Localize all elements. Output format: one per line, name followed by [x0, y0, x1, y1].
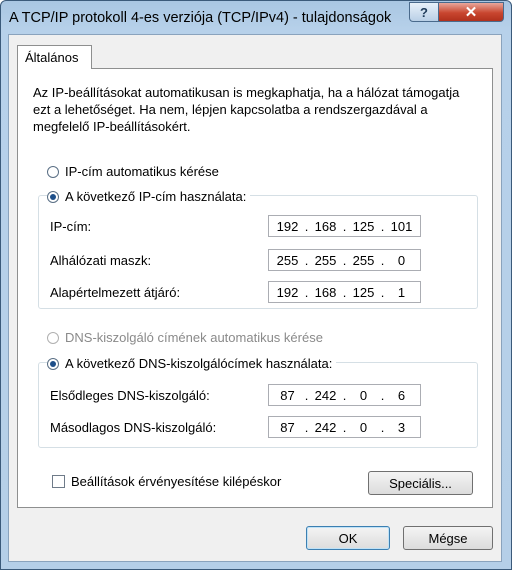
octet: 87 [280, 387, 295, 403]
tab-general[interactable]: Általános [17, 45, 92, 69]
validate-on-exit-label: Beállítások érvényesítése kilépéskor [71, 474, 282, 489]
ip-auto-label: IP-cím automatikus kérése [65, 164, 219, 179]
octet-separator: . [342, 252, 347, 268]
octet: 101 [390, 218, 413, 234]
cancel-button[interactable]: Mégse [403, 526, 493, 550]
radio-circle-selected [47, 190, 59, 203]
octet: 125 [352, 218, 375, 234]
octet-separator: . [342, 387, 347, 403]
dns-manual-label: A következő DNS-kiszolgálócímek használa… [65, 356, 333, 371]
ok-button[interactable]: OK [306, 526, 390, 550]
octet: 0 [397, 252, 406, 268]
secondary-dns-label: Másodlagos DNS-kiszolgáló: [50, 420, 217, 435]
radio-circle [47, 165, 59, 178]
dns-manual-radio[interactable]: A következő DNS-kiszolgálócímek használa… [47, 356, 337, 371]
octet: 0 [359, 419, 368, 435]
octet-separator: . [304, 387, 309, 403]
checkbox-box [52, 475, 65, 488]
ip-manual-label: A következő IP-cím használata: [65, 189, 247, 204]
primary-dns-label: Elsődleges DNS-kiszolgáló: [50, 388, 210, 403]
secondary-dns-input[interactable]: 87. 242. 0. 3 [268, 416, 421, 438]
dns-auto-label: DNS-kiszolgáló címének automatikus kérés… [65, 330, 323, 345]
ip-manual-radio[interactable]: A következő IP-cím használata: [47, 189, 251, 204]
octet-separator: . [342, 218, 347, 234]
radio-circle [47, 331, 59, 344]
octet: 192 [276, 284, 299, 300]
octet-separator: . [304, 419, 309, 435]
octet: 242 [314, 387, 337, 403]
octet-separator: . [304, 218, 309, 234]
octet: 3 [397, 419, 406, 435]
octet-separator: . [380, 284, 385, 300]
octet: 242 [314, 419, 337, 435]
octet: 168 [314, 284, 337, 300]
subnet-mask-input[interactable]: 255. 255. 255. 0 [268, 249, 421, 271]
octet: 255 [276, 252, 299, 268]
subnet-mask-label: Alhálózati maszk: [50, 253, 152, 268]
intro-text: Az IP-beállításokat automatikusan is meg… [33, 85, 460, 134]
octet: 192 [276, 218, 299, 234]
advanced-button[interactable]: Speciális... [368, 471, 473, 495]
close-icon: ✕ [464, 4, 478, 21]
octet: 0 [359, 387, 368, 403]
radio-circle-selected [47, 357, 59, 370]
octet: 255 [314, 252, 337, 268]
octet: 6 [397, 387, 406, 403]
octet-separator: . [380, 218, 385, 234]
tab-general-label: Általános [25, 50, 79, 65]
octet-separator: . [304, 252, 309, 268]
octet: 168 [314, 218, 337, 234]
ip-auto-radio[interactable]: IP-cím automatikus kérése [47, 164, 219, 179]
dns-auto-radio[interactable]: DNS-kiszolgáló címének automatikus kérés… [47, 330, 323, 345]
octet-separator: . [342, 419, 347, 435]
primary-dns-input[interactable]: 87. 242. 0. 6 [268, 384, 421, 406]
octet-separator: . [304, 284, 309, 300]
default-gateway-label: Alapértelmezett átjáró: [50, 285, 181, 300]
octet-separator: . [380, 419, 385, 435]
default-gateway-input[interactable]: 192. 168. 125. 1 [268, 281, 421, 303]
ip-address-input[interactable]: 192. 168. 125. 101 [268, 215, 421, 237]
help-button[interactable]: ? [409, 2, 439, 22]
validate-on-exit-checkbox[interactable]: Beállítások érvényesítése kilépéskor [52, 474, 281, 489]
ip-address-label: IP-cím: [50, 219, 92, 234]
octet: 255 [352, 252, 375, 268]
octet: 125 [352, 284, 375, 300]
help-icon: ? [420, 4, 428, 20]
octet: 1 [397, 284, 406, 300]
octet-separator: . [380, 387, 385, 403]
close-button[interactable]: ✕ [438, 2, 504, 22]
octet-separator: . [342, 284, 347, 300]
octet-separator: . [380, 252, 385, 268]
window-title: A TCP/IP protokoll 4-es verziója (TCP/IP… [9, 10, 392, 26]
octet: 87 [280, 419, 295, 435]
